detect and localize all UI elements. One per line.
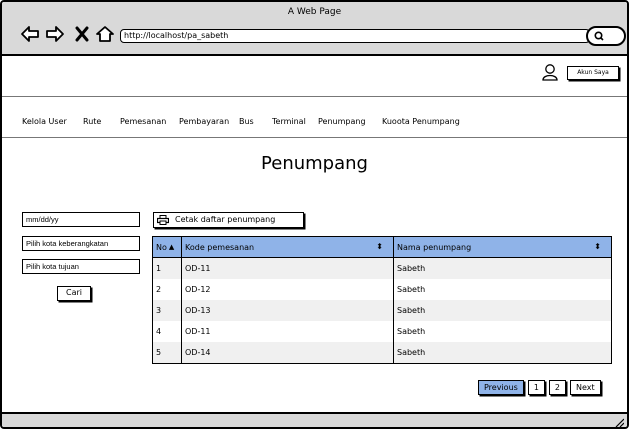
cell-no: 3	[153, 300, 182, 321]
browser-window: A Web Page http://localhost/pa_sabeth Ak…	[0, 0, 629, 429]
page-2-button[interactable]: 2	[548, 380, 566, 395]
cell-no: 5	[153, 342, 182, 363]
menu-item-kelola-user[interactable]: Kelola User	[22, 117, 67, 126]
previous-page-button[interactable]: Previous	[478, 380, 524, 395]
search-submit-button[interactable]: Cari	[57, 286, 91, 301]
departure-city-field[interactable]	[22, 236, 140, 251]
cell-nama: Sabeth	[397, 264, 426, 273]
window-title: A Web Page	[287, 7, 342, 17]
cell-no: 1	[153, 258, 182, 279]
cell-kode: OD-11	[182, 258, 394, 279]
page-title: Penumpang	[261, 153, 368, 174]
date-field[interactable]	[22, 212, 140, 227]
menu-item-terminal[interactable]: Terminal	[272, 117, 306, 126]
close-x-icon[interactable]	[72, 25, 92, 43]
page-1-button[interactable]: 1	[527, 380, 545, 395]
cell-no: 4	[153, 321, 182, 342]
menu-item-rute[interactable]: Rute	[83, 117, 101, 126]
pagination: Previous 1 2 Next	[478, 380, 601, 395]
header-divider	[2, 96, 627, 97]
table-row[interactable]: 1 OD-11 Sabeth	[153, 258, 611, 279]
cell-nama: Sabeth	[397, 348, 426, 357]
search-button[interactable]	[586, 26, 626, 46]
menu-divider	[2, 137, 627, 138]
print-list-button[interactable]: Cetak daftar penumpang	[153, 212, 304, 228]
cell-no: 2	[153, 279, 182, 300]
menu-item-pembayaran[interactable]: Pembayaran	[179, 117, 229, 126]
user-icon[interactable]	[542, 63, 558, 81]
table-row[interactable]: 2 OD-12 Sabeth	[153, 279, 611, 300]
sort-icon: ⬍	[594, 242, 601, 251]
menu-item-kuoota-penumpang[interactable]: Kuoota Penumpang	[382, 117, 460, 126]
sort-icon: ⬍	[376, 242, 383, 251]
forward-arrow-icon[interactable]	[45, 25, 65, 43]
main-menu: Kelola User Rute Pemesanan Pembayaran Bu…	[2, 115, 627, 131]
menu-item-pemesanan[interactable]: Pemesanan	[120, 117, 166, 126]
passenger-table: No ▲ Kode pemesanan ⬍ Nama penumpang ⬍ 1…	[152, 236, 612, 364]
menu-item-bus[interactable]: Bus	[239, 117, 254, 126]
print-button-label: Cetak daftar penumpang	[175, 215, 276, 224]
cell-kode: OD-13	[182, 300, 394, 321]
column-header-nama[interactable]: Nama penumpang ⬍	[394, 237, 611, 257]
resize-grip-icon[interactable]	[614, 417, 624, 427]
menu-item-penumpang[interactable]: Penumpang	[318, 117, 366, 126]
cell-kode: OD-14	[182, 342, 394, 363]
table-header: No ▲ Kode pemesanan ⬍ Nama penumpang ⬍	[153, 237, 611, 258]
status-bar	[2, 412, 627, 427]
cell-nama: Sabeth	[397, 285, 426, 294]
table-row[interactable]: 4 OD-11 Sabeth	[153, 321, 611, 342]
cell-nama: Sabeth	[397, 327, 426, 336]
home-icon[interactable]	[95, 25, 115, 43]
table-row[interactable]: 3 OD-13 Sabeth	[153, 300, 611, 321]
address-bar[interactable]: http://localhost/pa_sabeth	[120, 29, 590, 43]
next-page-button[interactable]: Next	[570, 380, 601, 395]
search-icon	[594, 31, 604, 41]
sort-asc-icon: ▲	[168, 243, 175, 251]
cell-kode: OD-12	[182, 279, 394, 300]
table-row[interactable]: 5 OD-14 Sabeth	[153, 342, 611, 363]
browser-titlebar: A Web Page http://localhost/pa_sabeth	[2, 2, 627, 56]
destination-city-field[interactable]	[22, 259, 140, 274]
account-button[interactable]: Akun Saya	[567, 66, 619, 80]
cell-kode: OD-11	[182, 321, 394, 342]
cell-nama: Sabeth	[397, 306, 426, 315]
printer-icon	[157, 215, 169, 225]
column-header-kode[interactable]: Kode pemesanan ⬍	[182, 237, 394, 257]
column-header-no[interactable]: No ▲	[153, 237, 182, 257]
back-arrow-icon[interactable]	[20, 25, 40, 43]
